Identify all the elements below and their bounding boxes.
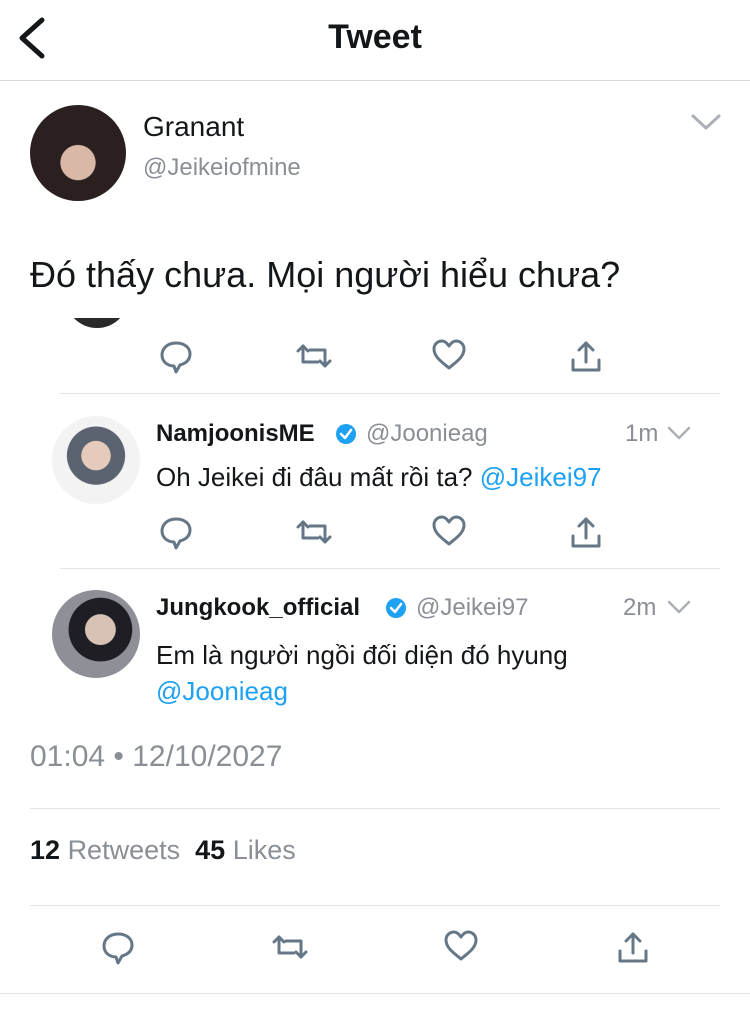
likes-stat[interactable]: 45 Likes	[195, 835, 296, 865]
retweet-label: Retweets	[67, 835, 181, 865]
page-title: Tweet	[328, 18, 422, 56]
avatar[interactable]	[52, 416, 140, 504]
reply-time: 2m	[623, 594, 657, 621]
like-icon[interactable]	[430, 338, 468, 372]
reply-text: Em là người ngồi đối diện đó hyung @Joon…	[156, 637, 696, 709]
engagement-stats: 12 Retweets 45 Likes	[30, 835, 296, 866]
mention-link[interactable]: @Joonieag	[156, 676, 288, 706]
reply-body: Oh Jeikei đi đâu mất rồi ta?	[156, 462, 473, 492]
divider	[30, 905, 720, 906]
retweet-count: 12	[30, 835, 61, 865]
like-icon[interactable]	[442, 929, 480, 963]
reply-body: Em là người ngồi đối diện đó hyung	[156, 640, 568, 670]
retweet-icon[interactable]	[270, 929, 310, 965]
share-icon[interactable]	[568, 514, 604, 552]
reply-icon[interactable]	[158, 338, 194, 376]
tweet-text: Đó thấy chưa. Mọi người hiểu chưa?	[30, 254, 621, 295]
share-icon[interactable]	[568, 338, 604, 376]
avatar[interactable]	[52, 590, 140, 678]
tweet-timestamp: 01:04 • 12/10/2027	[30, 740, 283, 773]
divider	[60, 568, 720, 569]
reply-author-name[interactable]: Jungkook_official	[156, 594, 360, 622]
retweet-icon[interactable]	[294, 514, 334, 550]
verified-badge-icon	[336, 424, 356, 444]
reply-author-name[interactable]: NamjoonisME	[156, 420, 315, 448]
action-bar	[0, 338, 750, 378]
divider	[0, 993, 750, 994]
author-handle[interactable]: @Jeikeiofmine	[143, 154, 301, 182]
reply-author-handle[interactable]: @Joonieag	[366, 420, 488, 448]
divider	[30, 808, 720, 809]
reply-author-handle[interactable]: @Jeikei97	[416, 594, 528, 622]
main-action-bar	[0, 929, 750, 969]
like-icon[interactable]	[430, 514, 468, 548]
avatar[interactable]	[30, 105, 126, 201]
reply-text: Oh Jeikei đi đâu mất rồi ta? @Jeikei97	[156, 462, 602, 493]
reply-icon[interactable]	[158, 514, 194, 552]
chevron-down-icon[interactable]	[690, 112, 722, 132]
author-name[interactable]: Granant	[143, 111, 244, 143]
cropped-avatar	[65, 318, 129, 328]
chevron-down-icon[interactable]	[667, 600, 691, 614]
reply-time: 1m	[625, 420, 659, 447]
chevron-down-icon[interactable]	[667, 426, 691, 440]
like-count: 45	[195, 835, 226, 865]
mention-link[interactable]: @Jeikei97	[480, 462, 602, 492]
verified-badge-icon	[386, 598, 406, 618]
retweet-icon[interactable]	[294, 338, 334, 374]
top-bar: Tweet	[0, 0, 750, 81]
divider	[60, 393, 720, 394]
retweets-stat[interactable]: 12 Retweets	[30, 835, 180, 865]
reply-icon[interactable]	[100, 929, 136, 967]
like-label: Likes	[232, 835, 296, 865]
share-icon[interactable]	[615, 929, 651, 967]
action-bar	[0, 514, 750, 554]
